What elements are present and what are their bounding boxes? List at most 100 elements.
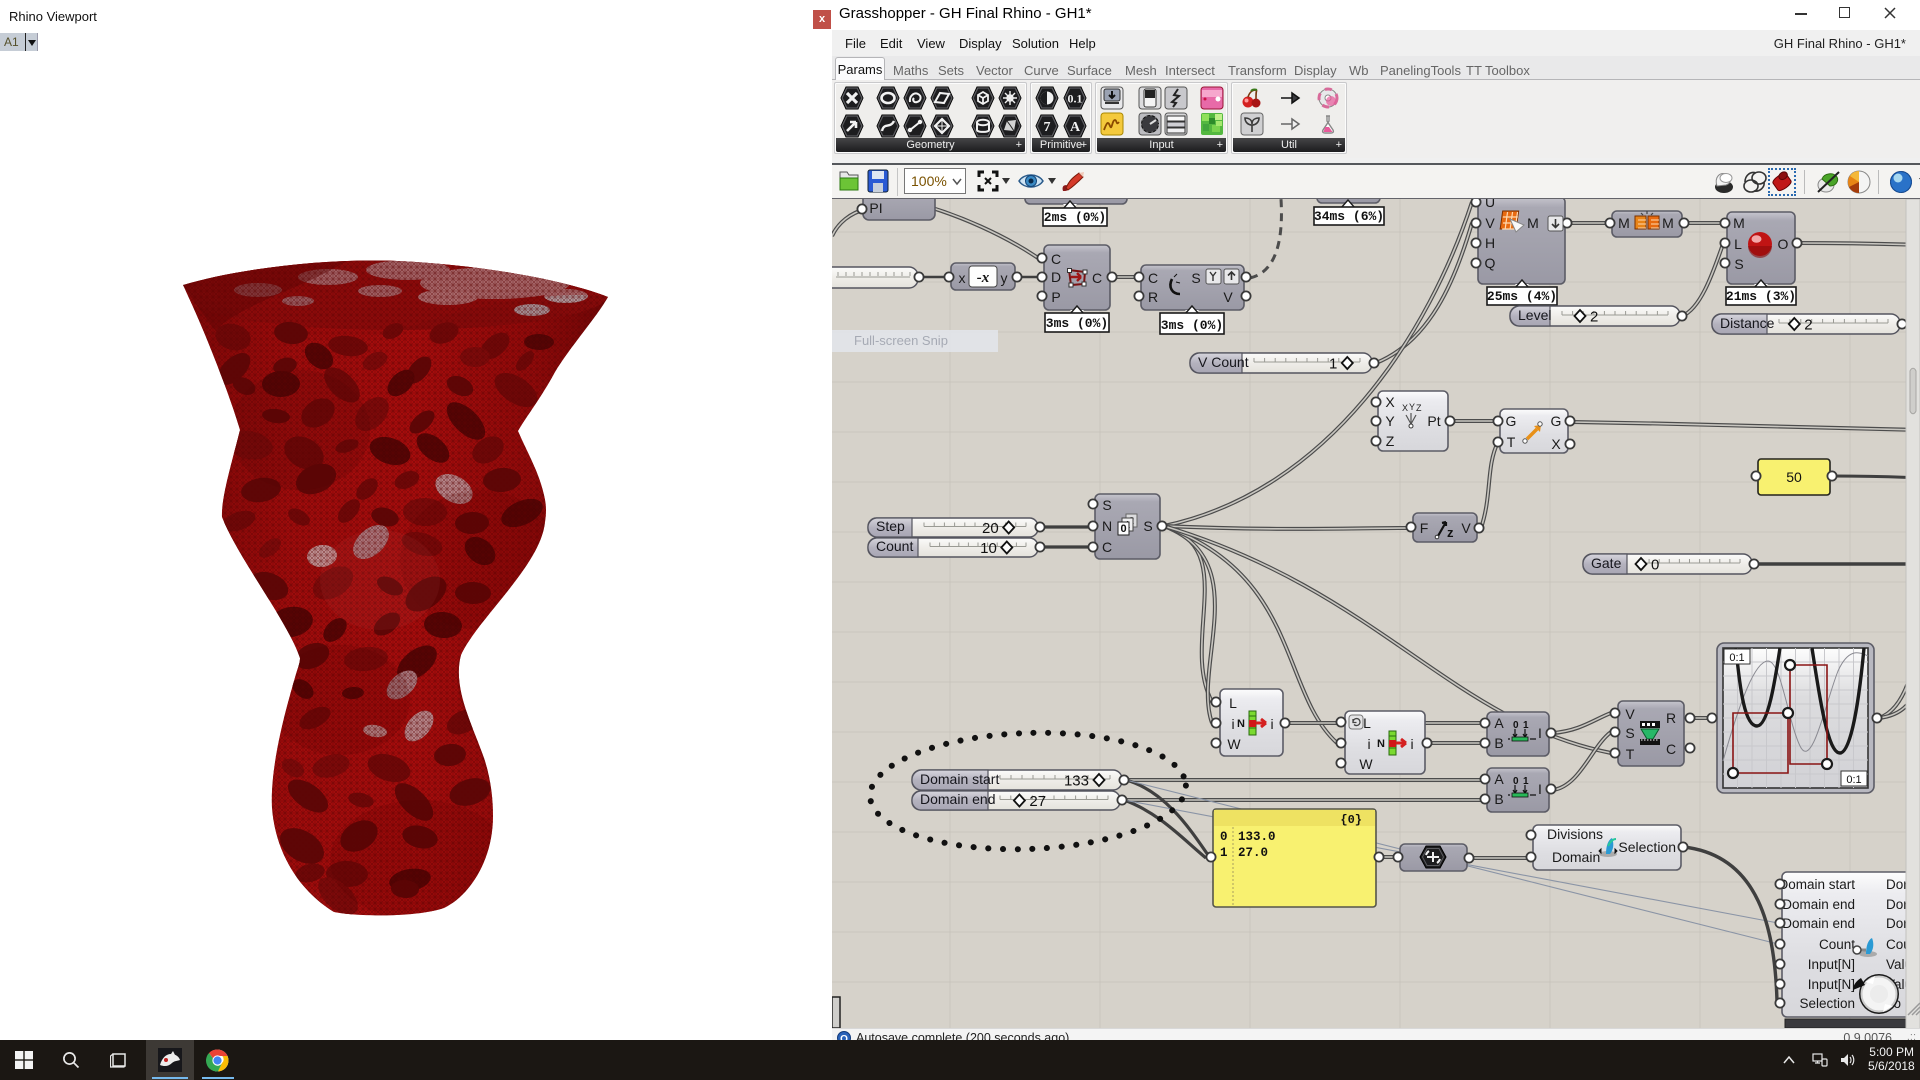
svg-text:Domain start: Domain start — [1778, 877, 1855, 892]
svg-text:i: i — [1270, 716, 1273, 732]
svg-text:7: 7 — [1044, 120, 1051, 135]
svg-text:0: 0 — [1220, 830, 1228, 844]
svg-text:27: 27 — [1029, 793, 1046, 810]
svg-text:S: S — [1734, 256, 1743, 272]
svg-text:1: 1 — [1523, 720, 1529, 731]
svg-text:S: S — [1102, 497, 1111, 513]
svg-text:B: B — [1494, 791, 1503, 807]
svg-text:1: 1 — [1523, 776, 1529, 787]
svg-text:Full-screen Snip: Full-screen Snip — [854, 333, 948, 348]
svg-text:L: L — [1363, 715, 1371, 731]
svg-text:T: T — [1626, 746, 1635, 762]
svg-text:i: i — [1367, 736, 1370, 752]
svg-text:3ms (0%): 3ms (0%) — [1161, 318, 1223, 333]
svg-text:M: M — [1618, 215, 1630, 231]
svg-text:z: z — [1447, 525, 1454, 540]
svg-text:Q: Q — [1485, 255, 1496, 271]
svg-text:V: V — [1461, 520, 1471, 536]
svg-text:Level: Level — [1518, 307, 1551, 323]
svg-text:Step: Step — [876, 518, 905, 534]
svg-text:Distance: Distance — [1720, 315, 1775, 331]
svg-text:i: i — [1231, 716, 1234, 732]
svg-text:133: 133 — [1064, 773, 1089, 790]
svg-text:A: A — [1070, 120, 1081, 135]
svg-text:M: M — [1733, 215, 1745, 231]
svg-text:P: P — [1051, 289, 1060, 305]
svg-text:Pt: Pt — [1427, 413, 1440, 429]
svg-text:0: 0 — [1513, 776, 1519, 787]
svg-text:Y: Y — [1385, 413, 1395, 429]
svg-text:Gate: Gate — [1591, 555, 1622, 571]
svg-text:0.1: 0.1 — [1068, 92, 1083, 106]
svg-text:V Count: V Count — [1198, 354, 1249, 370]
svg-text:2ms (0%): 2ms (0%) — [1044, 210, 1106, 225]
svg-text:34ms (6%): 34ms (6%) — [1314, 209, 1384, 224]
svg-text:Divisions: Divisions — [1547, 826, 1603, 842]
svg-text:0:1: 0:1 — [1729, 652, 1744, 664]
svg-text:L: L — [1734, 236, 1742, 252]
svg-text:2: 2 — [1590, 309, 1598, 326]
svg-text:Selection: Selection — [1618, 839, 1676, 855]
svg-text:N: N — [1102, 518, 1112, 534]
svg-text:S: S — [1191, 270, 1200, 286]
svg-text:0: 0 — [1651, 557, 1659, 574]
svg-text:M: M — [1662, 215, 1674, 231]
svg-text:{0}: {0} — [1340, 813, 1362, 827]
svg-text:y: y — [1001, 270, 1008, 286]
svg-text:Selection: Selection — [1799, 996, 1855, 1011]
svg-text:N: N — [1237, 718, 1245, 730]
svg-text:PI: PI — [869, 200, 882, 216]
svg-text:A: A — [1494, 771, 1504, 787]
svg-text:C: C — [1092, 270, 1102, 286]
svg-text:C: C — [1102, 539, 1112, 555]
svg-text:2: 2 — [1804, 317, 1812, 334]
svg-text:A: A — [1494, 715, 1504, 731]
svg-text:Domain end: Domain end — [1782, 916, 1855, 931]
svg-text:X: X — [1551, 436, 1561, 452]
svg-text:Domain: Domain — [1552, 849, 1600, 865]
svg-text:T: T — [1507, 434, 1516, 450]
svg-text:25ms (4%): 25ms (4%) — [1487, 289, 1557, 304]
svg-text:S: S — [1625, 725, 1634, 741]
svg-text:B: B — [1494, 735, 1503, 751]
svg-text:1: 1 — [1329, 356, 1337, 373]
svg-text:O: O — [1778, 236, 1789, 252]
svg-text:10: 10 — [980, 540, 997, 557]
svg-text:Input[N]: Input[N] — [1808, 957, 1855, 972]
svg-text:Z: Z — [1416, 403, 1422, 413]
svg-text:W: W — [1227, 736, 1241, 752]
svg-text:V: V — [1625, 706, 1635, 722]
svg-text:20: 20 — [982, 520, 999, 537]
svg-text:L: L — [1229, 695, 1237, 711]
svg-text:i: i — [1410, 736, 1413, 752]
svg-text:1: 1 — [1220, 846, 1228, 860]
svg-text:Domain end: Domain end — [920, 791, 996, 807]
svg-text:U: U — [1485, 199, 1495, 210]
svg-text:Input[N]: Input[N] — [1808, 977, 1855, 992]
svg-text:M: M — [1527, 215, 1539, 231]
svg-text:Count: Count — [1819, 937, 1855, 952]
svg-text:0:1: 0:1 — [1846, 774, 1861, 786]
svg-text:Y: Y — [1409, 402, 1415, 412]
svg-text:C: C — [1666, 741, 1676, 757]
svg-text:50: 50 — [1786, 469, 1802, 485]
svg-text:V: V — [1485, 215, 1495, 231]
svg-text:x: x — [959, 270, 966, 286]
svg-text:21ms (3%): 21ms (3%) — [1726, 289, 1796, 304]
svg-text:G: G — [1506, 413, 1517, 429]
svg-text:Domain end: Domain end — [1782, 897, 1855, 912]
svg-text:C: C — [1051, 251, 1061, 267]
svg-text:-x: -x — [977, 270, 990, 286]
svg-text:0: 0 — [1120, 523, 1126, 535]
svg-text:S: S — [1143, 518, 1152, 534]
svg-text:133.0: 133.0 — [1238, 830, 1276, 844]
svg-text:X: X — [1402, 403, 1408, 413]
svg-text:V: V — [1223, 289, 1233, 305]
svg-text:Count: Count — [876, 538, 913, 554]
svg-text:27.0: 27.0 — [1238, 846, 1268, 860]
svg-text:N: N — [1377, 738, 1385, 750]
svg-text:I: I — [1538, 781, 1542, 797]
svg-text:F: F — [1420, 520, 1429, 536]
svg-text:H: H — [1485, 235, 1495, 251]
svg-text:X: X — [1385, 394, 1395, 410]
